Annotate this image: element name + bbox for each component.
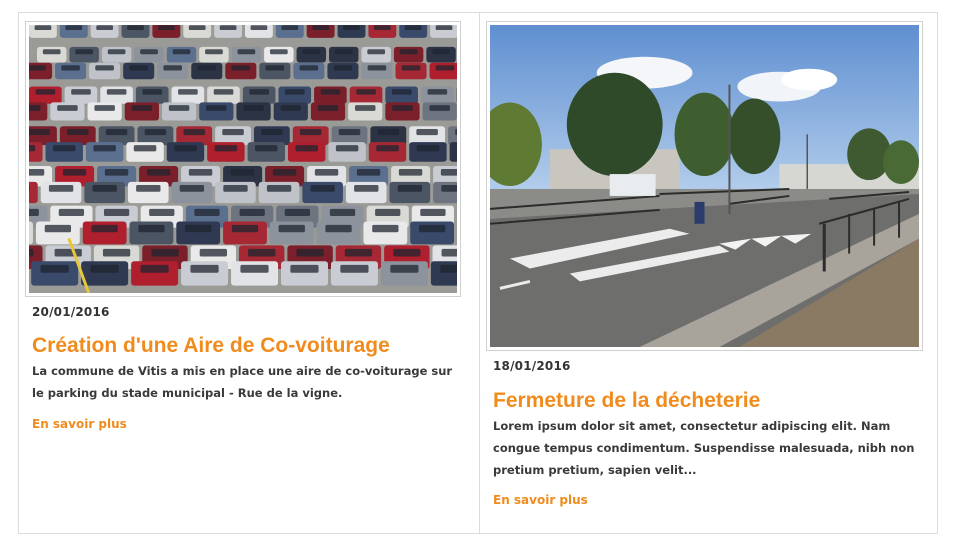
waste-center-entrance-photo xyxy=(490,25,919,347)
read-more-link[interactable]: En savoir plus xyxy=(32,417,127,431)
news-title[interactable]: Création d'une Aire de Co-voiturage xyxy=(32,334,390,358)
news-image-decheterie[interactable] xyxy=(486,21,923,351)
news-date: 18/01/2016 xyxy=(493,359,571,373)
news-card-covoiturage: 20/01/2016 Création d'une Aire de Co-voi… xyxy=(19,13,480,533)
news-excerpt: La commune de Vitis a mis en place une a… xyxy=(32,364,453,400)
news-date: 20/01/2016 xyxy=(32,305,110,319)
read-more-link[interactable]: En savoir plus xyxy=(493,493,588,507)
news-title[interactable]: Fermeture de la décheterie xyxy=(493,389,760,413)
news-image-parking[interactable] xyxy=(25,21,461,297)
parking-lot-photo xyxy=(29,25,457,293)
news-card-decheterie: 18/01/2016 Fermeture de la décheterie Lo… xyxy=(480,13,937,533)
news-excerpt: Lorem ipsum dolor sit amet, consectetur … xyxy=(493,419,915,477)
news-grid: 20/01/2016 Création d'une Aire de Co-voi… xyxy=(18,12,938,534)
